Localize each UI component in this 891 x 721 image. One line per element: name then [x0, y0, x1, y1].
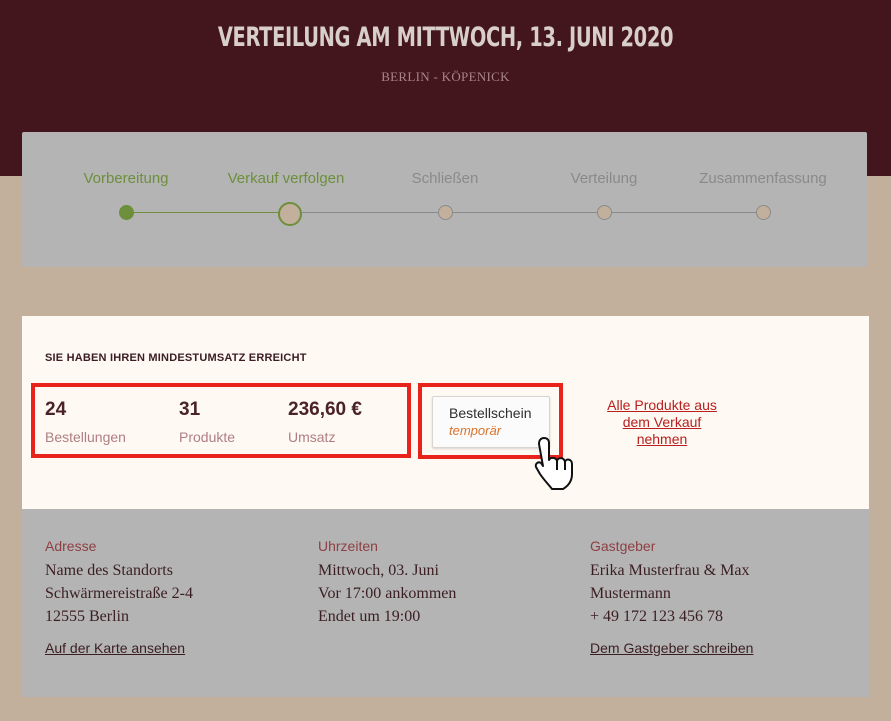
stat-value: 31: [179, 399, 201, 420]
distribution-info-card: Adresse Name des Standorts Schwärmereist…: [22, 509, 869, 697]
stat-label: Bestellungen: [45, 429, 126, 445]
times-line: Endet um 19:00: [318, 608, 421, 625]
step-dot-todo[interactable]: [437, 205, 453, 220]
times-column: Uhrzeiten Mittwoch, 03. Juni Vor 17:00 a…: [318, 538, 578, 628]
host-column: Gastgeber Erika Musterfrau & Max Musterm…: [590, 538, 850, 628]
stat-label: Produkte: [179, 429, 236, 445]
stat-value: 236,60 €: [288, 399, 362, 420]
address-line: 12555 Berlin: [45, 608, 129, 625]
remove-all-products-link[interactable]: Alle Produkte aus dem Verkauf nehmen: [597, 397, 727, 448]
step-vorbereitung[interactable]: Vorbereitung: [46, 170, 206, 187]
step-verteilung[interactable]: Verteilung: [524, 170, 684, 187]
stat-products: 31 Produkte: [179, 399, 235, 445]
host-line: Erika Musterfrau & Max: [590, 562, 750, 579]
step-dot-done[interactable]: [118, 205, 134, 220]
address-line: Name des Standorts: [45, 562, 173, 579]
pointing-hand-icon: [534, 437, 573, 490]
stat-value: 24: [45, 399, 67, 420]
host-line: Mustermann: [590, 585, 671, 602]
times-line: Vor 17:00 ankommen: [318, 585, 457, 602]
order-form-label: Bestellschein: [449, 405, 532, 421]
order-form-button[interactable]: Bestellschein temporär: [432, 396, 550, 448]
track-segment-todo: [286, 212, 763, 213]
step-dot-todo[interactable]: [755, 205, 771, 220]
times-label: Uhrzeiten: [318, 538, 378, 554]
sales-summary-card: SIE HABEN IHREN MINDESTUMSATZ ERREICHT 2…: [22, 316, 869, 509]
page-title: VERTEILUNG AM MITTWOCH, 13. JUNI 2020: [217, 22, 674, 53]
stat-orders: 24 Bestellungen: [45, 399, 126, 445]
host-label: Gastgeber: [590, 538, 656, 554]
address-column: Adresse Name des Standorts Schwärmereist…: [45, 538, 305, 628]
progress-stepper: Vorbereitung Verkauf verfolgen Schließen…: [22, 132, 867, 267]
step-zusammenfassung[interactable]: Zusammenfassung: [683, 170, 843, 187]
step-schliessen[interactable]: Schließen: [365, 170, 525, 187]
address-label: Adresse: [45, 538, 97, 554]
step-dot-todo[interactable]: [596, 205, 612, 220]
step-verkauf-verfolgen[interactable]: Verkauf verfolgen: [206, 170, 366, 187]
host-line: + 49 172 123 456 78: [590, 608, 724, 625]
page-subtitle: BERLIN - KÖPENICK: [381, 69, 510, 84]
stats-highlight-box: 24 Bestellungen 31 Produkte 236,60 € Ums…: [31, 383, 411, 458]
step-dot-current[interactable]: [278, 202, 302, 226]
address-line: Schwärmereistraße 2-4: [45, 585, 193, 602]
message-host-link[interactable]: Dem Gastgeber schreiben: [590, 640, 753, 656]
stat-revenue: 236,60 € Umsatz: [288, 399, 362, 445]
times-line: Mittwoch, 03. Juni: [318, 562, 439, 579]
stat-label: Umsatz: [288, 429, 336, 445]
view-on-map-link[interactable]: Auf der Karte ansehen: [45, 640, 185, 656]
summary-heading: SIE HABEN IHREN MINDESTUMSATZ ERREICHT: [45, 352, 307, 364]
track-segment-done: [126, 212, 286, 213]
